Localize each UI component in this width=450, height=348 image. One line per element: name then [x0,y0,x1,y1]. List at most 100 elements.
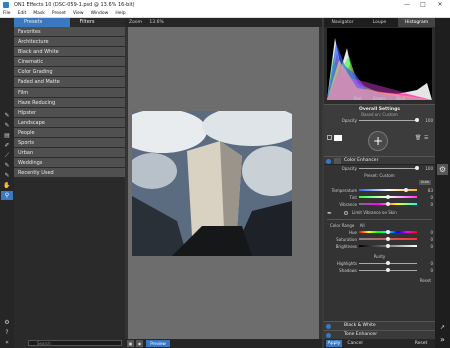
slider-value[interactable]: 0 [430,243,433,250]
saturation-slider[interactable]: Saturation 0 [324,236,435,243]
category-item[interactable]: Faded and Matte [14,77,125,88]
category-item[interactable]: Sports [14,138,125,149]
limit-vibrance-radio[interactable] [344,211,348,215]
category-item[interactable]: Color Grading [14,67,125,78]
image-canvas[interactable] [128,27,319,339]
category-item[interactable]: Black and White [14,47,125,58]
color-enhancer-header[interactable]: Color Enhancer [324,156,435,165]
help-icon[interactable]: ? [1,328,13,337]
category-item[interactable]: Film [14,87,125,98]
hand-tool-icon[interactable]: ✋ [1,181,13,190]
maximize-button[interactable]: □ [416,0,430,10]
add-filter-button[interactable]: + [368,131,388,151]
menu-view[interactable]: View [73,11,84,16]
tab-histogram[interactable]: Histogram [398,18,435,27]
menu-mask[interactable]: Mask [33,11,45,16]
enable-check-icon[interactable] [326,159,331,164]
color-range-row[interactable]: Color Range All [324,222,435,229]
slider-value[interactable]: 83 [428,187,433,194]
category-item[interactable]: Landscape [14,117,125,128]
menu-help[interactable]: Help [115,11,125,16]
ce-opacity-slider[interactable]: Opacity 100 [324,165,435,172]
zoom-value[interactable]: 13.6% [149,20,163,25]
limit-vibrance-option[interactable]: ✒ Limit Vibrance on Skin [324,208,435,217]
apply-button[interactable]: Apply [326,340,342,347]
color-range-value[interactable]: All [360,223,365,228]
compare-icon[interactable]: ▣ [127,340,134,347]
layer-mask-thumbnail[interactable] [334,135,342,141]
menu-icon[interactable]: ☰ [424,135,428,141]
view-mode-icon[interactable]: ◉ [136,340,143,347]
slider-value[interactable]: 100 [425,117,433,124]
category-item[interactable]: Haze Reducing [14,97,125,108]
enable-check-icon[interactable] [326,333,331,338]
slider-value[interactable]: 0 [430,267,433,274]
tab-filters[interactable]: Filters [70,18,126,27]
category-item[interactable]: People [14,127,125,139]
menu-window[interactable]: Window [91,11,109,16]
slider-value[interactable]: 0 [430,194,433,201]
menu-preset[interactable]: Preset [52,11,66,16]
eyedropper-icon[interactable]: ✒ [327,209,332,218]
category-item[interactable]: Favorites [14,27,125,38]
slider-value[interactable]: 0 [430,229,433,236]
gradient-tool-icon[interactable]: ▤ [1,131,13,140]
zoom-tool-icon[interactable]: ⚲ [1,191,13,200]
minimize-button[interactable]: — [400,0,414,10]
brightness-slider[interactable]: Brightness 0 [324,243,435,250]
category-item[interactable]: Recently Used [14,168,125,179]
shadows-slider[interactable]: Shadows 0 [324,267,435,274]
vibrance-slider[interactable]: Vibrance 0 [324,201,435,208]
expand-right-icon[interactable]: » [437,334,448,345]
channel-red[interactable]: Red [354,96,362,101]
settings-gear-icon[interactable]: ⚙ [1,318,13,327]
black-white-layer[interactable]: Black & White [324,321,435,330]
tone-enhancer-layer[interactable]: Tone Enhancer [324,330,435,339]
refine-brush-icon[interactable]: ✎ [1,161,13,170]
effects-module-icon[interactable]: ⚙ [437,164,448,175]
cancel-button[interactable]: Cancel [346,340,364,347]
tab-navigator[interactable]: Navigator [324,18,361,27]
menu-file[interactable]: File [3,11,11,16]
enable-check-icon[interactable] [326,324,331,329]
channel-blue[interactable]: Blue [396,96,405,101]
preview-button[interactable]: Preview [146,340,170,347]
hue-slider[interactable]: Hue 0 [324,229,435,236]
share-icon[interactable]: ↗ [437,322,448,333]
slider-value[interactable]: 0 [430,236,433,243]
temperature-slider[interactable]: Temperature 83 [324,187,435,194]
category-item[interactable]: Cinematic [14,57,125,68]
preset-browser: Presets Filters Favorites Architecture Bla… [14,18,125,348]
tab-loupe[interactable]: Loupe [361,18,398,27]
filter-gear-icon[interactable] [334,158,341,164]
reset-button[interactable]: Reset [412,340,430,347]
close-button[interactable]: ✕ [433,0,447,10]
search-input[interactable]: Search [28,340,122,346]
tab-presets[interactable]: Presets [14,18,70,27]
category-item[interactable]: Urban [14,148,125,159]
category-item[interactable]: Weddings [14,158,125,169]
auto-button[interactable]: Auto [419,180,431,185]
channel-green[interactable]: Green [373,96,385,101]
overall-opacity-slider[interactable]: Opacity 100 [324,117,435,124]
chisel-tool-icon[interactable]: ⟋ [1,151,13,160]
slider-value[interactable]: 0 [430,260,433,267]
slider-label: Temperature [331,188,357,193]
highlights-slider[interactable]: Highlights 0 [324,260,435,267]
brush-tool-icon[interactable]: ✎ [1,111,13,120]
color-enhancer-title: Color Enhancer [344,158,379,163]
lock-icon[interactable] [327,135,332,140]
retouch-brush-icon[interactable]: ✎ [1,171,13,180]
category-item[interactable]: Architecture [14,37,125,48]
brush-tool-icon[interactable]: ✎ [1,121,13,130]
category-item[interactable]: Hipster [14,107,125,118]
reset-link[interactable]: Reset [324,278,435,283]
masking-bug-icon[interactable]: ✐ [1,141,13,150]
delete-icon[interactable]: 🗑 [415,135,421,141]
slider-value[interactable]: 0 [430,201,433,208]
tint-slider[interactable]: Tint 0 [324,194,435,201]
slider-value[interactable]: 100 [425,165,433,172]
preset-dropdown[interactable]: Preset: Custom [324,172,435,179]
menu-edit[interactable]: Edit [18,11,27,16]
collapse-left-icon[interactable]: « [1,338,13,347]
